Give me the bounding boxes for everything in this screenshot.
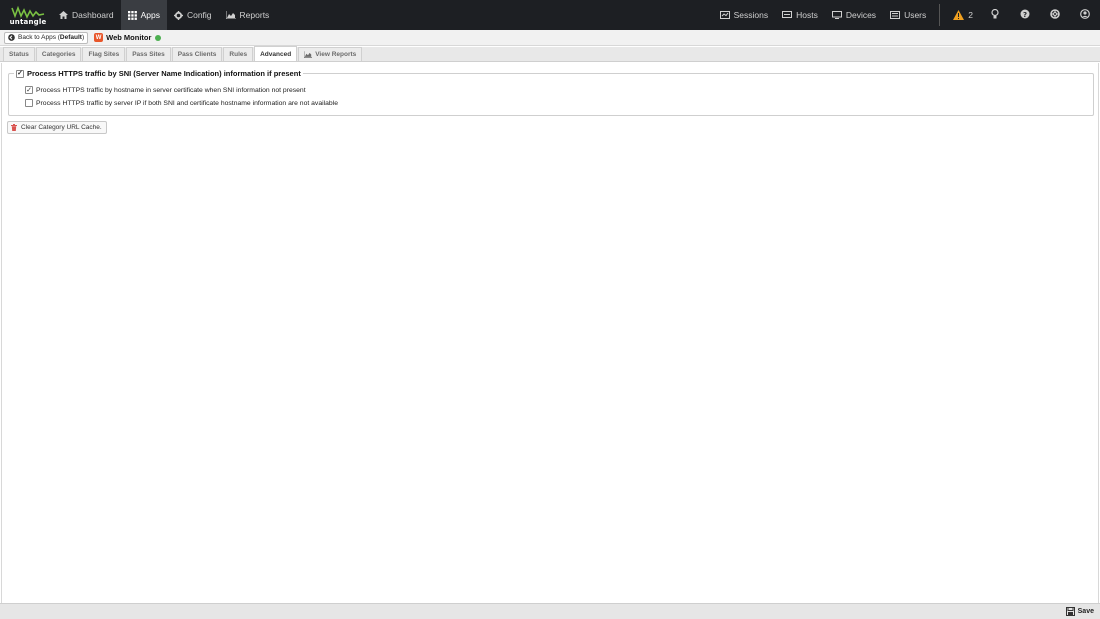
- logo-text: untangle: [9, 17, 47, 26]
- users-icon: [890, 11, 901, 19]
- tab-pass-sites[interactable]: Pass Sites: [126, 47, 171, 61]
- sni-fieldset: Process HTTPS traffic by SNI (Server Nam…: [8, 69, 1094, 116]
- untangle-logo[interactable]: untangle: [0, 0, 52, 30]
- hosts-icon: [782, 11, 793, 19]
- logo-wave-icon: [11, 5, 45, 19]
- save-label: Save: [1077, 608, 1094, 615]
- tab-view-reports[interactable]: View Reports: [298, 47, 363, 61]
- grid-icon: [127, 10, 137, 20]
- nav-devices[interactable]: Devices: [825, 0, 883, 30]
- tips-button[interactable]: [980, 0, 1010, 30]
- tab-flag-sites[interactable]: Flag Sites: [82, 47, 126, 61]
- tab-view-reports-label: View Reports: [315, 51, 357, 58]
- hostname-checkbox[interactable]: [25, 86, 33, 94]
- nav-apps-label: Apps: [140, 10, 160, 20]
- sni-label: Process HTTPS traffic by SNI (Server Nam…: [27, 69, 301, 78]
- tab-pass-clients[interactable]: Pass Clients: [171, 47, 223, 61]
- nav-users[interactable]: Users: [883, 0, 933, 30]
- gear-icon: [173, 10, 183, 20]
- app-title: W Web Monitor: [94, 33, 162, 42]
- svg-text:?: ?: [1023, 11, 1027, 19]
- tab-rules[interactable]: Rules: [223, 47, 254, 61]
- alert-count: 2: [968, 10, 973, 20]
- web-monitor-app-icon: W: [94, 33, 104, 42]
- nav-config[interactable]: Config: [167, 0, 219, 30]
- help-icon: ?: [1020, 9, 1030, 21]
- home-icon: [59, 11, 68, 19]
- floppy-disk-icon: [1065, 607, 1075, 616]
- nav-apps[interactable]: Apps: [120, 0, 167, 30]
- back-to-apps-policy: Default: [59, 34, 82, 41]
- back-to-apps-suffix: ): [81, 34, 85, 41]
- clear-cache-button[interactable]: Clear Category URL Cache.: [7, 121, 107, 134]
- web-monitor-app-icon-letter: W: [95, 34, 102, 41]
- sessions-icon: [719, 11, 730, 19]
- nav-sessions[interactable]: Sessions: [713, 0, 776, 30]
- trash-icon: [11, 124, 17, 131]
- clear-cache-label: Clear Category URL Cache.: [21, 124, 102, 131]
- account-button[interactable]: [1070, 0, 1100, 30]
- nav-alerts[interactable]: 2: [946, 0, 980, 30]
- support-button[interactable]: [1040, 0, 1070, 30]
- sni-checkbox[interactable]: [16, 69, 24, 78]
- app-name: Web Monitor: [106, 33, 152, 42]
- server-ip-checkbox[interactable]: [25, 99, 33, 107]
- nav-hosts-label: Hosts: [796, 10, 818, 20]
- server-ip-label: Process HTTPS traffic by server IP if bo…: [36, 99, 338, 107]
- nav-dashboard[interactable]: Dashboard: [52, 0, 121, 30]
- lifebuoy-icon: [1050, 9, 1060, 21]
- nav-right-group: Sessions Hosts Devices Users 2 ?: [713, 0, 1100, 30]
- help-button[interactable]: ?: [1010, 0, 1040, 30]
- app-bar: Back to Apps (Default) W Web Monitor: [0, 30, 1100, 46]
- nav-devices-label: Devices: [845, 10, 877, 20]
- warning-icon: [953, 10, 965, 20]
- nav-sessions-label: Sessions: [733, 10, 769, 20]
- app-tabs: Status Categories Flag Sites Pass Sites …: [0, 46, 1100, 62]
- tab-advanced[interactable]: Advanced: [254, 46, 298, 61]
- save-button[interactable]: Save: [1065, 607, 1094, 616]
- tab-status[interactable]: Status: [3, 47, 35, 61]
- lightbulb-icon: [991, 8, 999, 21]
- server-ip-option: Process HTTPS traffic by server IP if bo…: [25, 99, 338, 107]
- nav-reports-label: Reports: [239, 10, 270, 20]
- bottom-toolbar: Save: [0, 603, 1100, 619]
- top-navbar: untangle Dashboard Apps Config Reports S…: [0, 0, 1100, 30]
- app-status-indicator: [155, 34, 162, 41]
- nav-dashboard-label: Dashboard: [72, 10, 114, 20]
- advanced-panel: Process HTTPS traffic by SNI (Server Nam…: [1, 63, 1099, 603]
- devices-icon: [831, 11, 842, 19]
- sni-legend: Process HTTPS traffic by SNI (Server Nam…: [14, 69, 303, 78]
- nav-hosts[interactable]: Hosts: [775, 0, 825, 30]
- back-to-apps-prefix: Back to Apps (: [18, 34, 60, 41]
- back-to-apps-button[interactable]: Back to Apps (Default): [4, 31, 89, 44]
- hostname-label: Process HTTPS traffic by hostname in ser…: [36, 86, 306, 94]
- hostname-option: Process HTTPS traffic by hostname in ser…: [25, 86, 306, 94]
- area-chart-icon: [304, 51, 313, 58]
- nav-reports[interactable]: Reports: [219, 0, 277, 30]
- arrow-left-circle-icon: [8, 34, 15, 41]
- tab-categories[interactable]: Categories: [35, 47, 82, 61]
- nav-divider: [939, 4, 941, 26]
- nav-users-label: Users: [904, 10, 927, 20]
- nav-config-label: Config: [186, 10, 212, 20]
- user-circle-icon: [1080, 9, 1090, 21]
- area-chart-icon: [225, 11, 236, 19]
